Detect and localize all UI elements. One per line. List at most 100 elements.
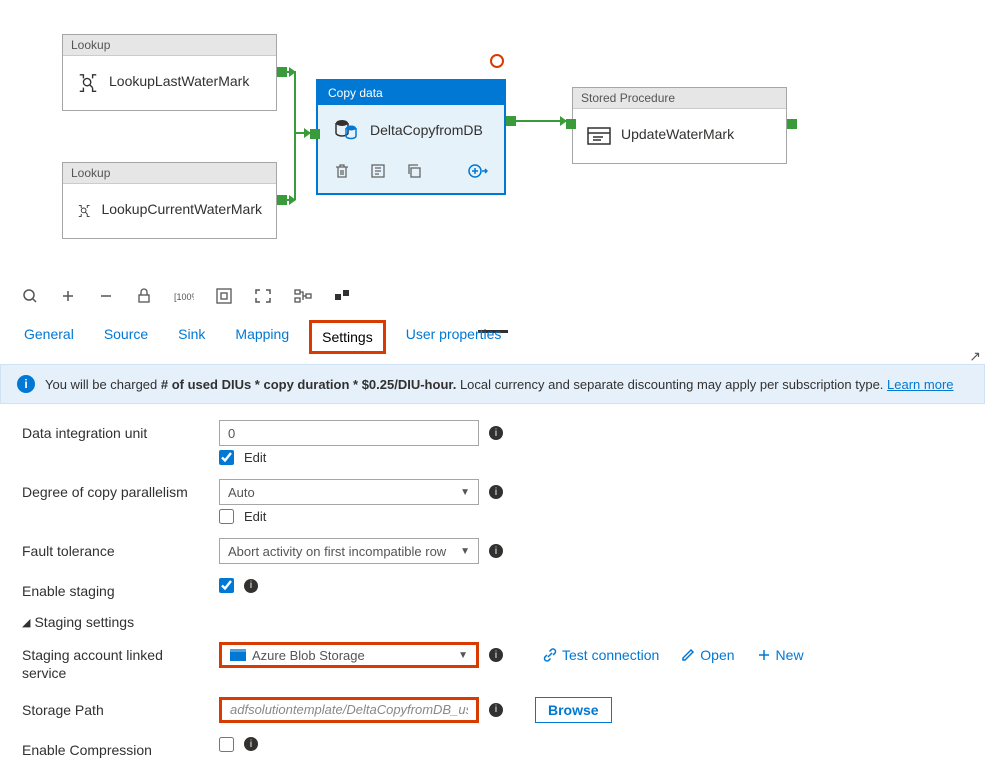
fit-icon[interactable] <box>216 288 232 304</box>
add-activity-icon[interactable] <box>468 163 488 179</box>
node-output-port[interactable] <box>787 119 797 129</box>
node-input-port[interactable] <box>310 129 320 139</box>
database-icon <box>334 119 358 141</box>
info-icon[interactable]: i <box>489 485 503 499</box>
diu-label: Data integration unit <box>22 420 207 442</box>
chevron-down-icon: ▼ <box>460 487 470 498</box>
tab-mapping[interactable]: Mapping <box>233 322 291 352</box>
plus-icon <box>757 648 771 662</box>
link-label: Test connection <box>562 647 659 663</box>
connector-arrow <box>516 120 566 122</box>
info-icon[interactable]: i <box>244 579 258 593</box>
node-stored-procedure[interactable]: Stored Procedure UpdateWaterMark <box>572 87 787 164</box>
banner-text: You will be charged <box>45 377 161 392</box>
copy-icon[interactable] <box>406 163 422 179</box>
connector-arrow <box>294 132 310 134</box>
tab-user-properties[interactable]: User properties <box>404 322 504 352</box>
select-value: Auto <box>228 485 255 500</box>
tab-general[interactable]: General <box>22 322 76 352</box>
zoom-in-icon[interactable] <box>60 288 76 304</box>
expand-panel-icon[interactable]: ↗ <box>969 348 981 365</box>
node-lookup-current-watermark[interactable]: Lookup LookupCurrentWaterMark <box>62 162 277 239</box>
parallelism-edit-checkbox[interactable] <box>219 509 234 524</box>
browse-button[interactable]: Browse <box>535 697 612 723</box>
info-icon: i <box>17 375 35 393</box>
preview-icon[interactable] <box>370 163 386 179</box>
connector-line <box>294 134 296 200</box>
staging-linked-service-select[interactable]: Azure Blob Storage ▼ <box>219 642 479 668</box>
info-icon[interactable]: i <box>244 737 258 751</box>
minimap-icon[interactable] <box>334 288 350 304</box>
node-output-port[interactable] <box>277 195 287 205</box>
tab-settings[interactable]: Settings <box>320 325 375 349</box>
node-label: LookupLastWaterMark <box>109 72 249 90</box>
arrange-icon[interactable] <box>294 288 312 304</box>
blob-storage-icon <box>230 649 246 661</box>
enable-compression-checkbox[interactable] <box>219 737 234 752</box>
staging-settings-header[interactable]: ◢ Staging settings <box>22 614 963 630</box>
open-button[interactable]: Open <box>681 647 734 663</box>
zoom-out-icon[interactable] <box>98 288 114 304</box>
tab-sink[interactable]: Sink <box>176 322 207 352</box>
tab-source[interactable]: Source <box>102 322 150 352</box>
pricing-info-banner: i You will be charged # of used DIUs * c… <box>0 364 985 404</box>
link-label: Open <box>700 647 734 663</box>
storage-path-input[interactable] <box>219 697 479 723</box>
lookup-icon <box>77 200 91 222</box>
node-copy-data[interactable]: Copy data DeltaCopyfromDB <box>316 79 506 195</box>
node-header: Stored Procedure <box>573 88 786 109</box>
settings-form: Data integration unit i Edit Degree of c… <box>0 414 985 779</box>
node-input-port[interactable] <box>566 119 576 129</box>
fault-tolerance-select[interactable]: Abort activity on first incompatible row… <box>219 538 479 564</box>
node-header: Lookup <box>63 163 276 184</box>
edit-icon <box>681 648 695 662</box>
staging-linked-service-label: Staging account linked service <box>22 642 207 682</box>
node-header: Lookup <box>63 35 276 56</box>
edit-label: Edit <box>244 450 266 465</box>
parallelism-select[interactable]: Auto ▼ <box>219 479 479 505</box>
diu-edit-checkbox[interactable] <box>219 450 234 465</box>
lock-icon[interactable] <box>136 288 152 304</box>
select-value: Abort activity on first incompatible row <box>228 544 446 559</box>
test-connection-button[interactable]: Test connection <box>543 647 659 663</box>
chevron-down-icon: ▼ <box>460 546 470 557</box>
activity-tabs: General Source Sink Mapping Settings Use… <box>0 312 985 352</box>
status-indicator <box>490 54 504 68</box>
node-label: UpdateWaterMark <box>621 125 734 143</box>
pipeline-canvas[interactable]: Lookup LookupLastWaterMark Lookup Lookup… <box>0 0 985 280</box>
node-label: LookupCurrentWaterMark <box>101 200 262 218</box>
node-header: Copy data <box>318 81 504 105</box>
connector-line <box>294 71 296 133</box>
enable-staging-label: Enable staging <box>22 578 207 600</box>
svg-text:[100%]: [100%] <box>174 292 194 302</box>
fault-tolerance-label: Fault tolerance <box>22 538 207 560</box>
banner-text: Local currency and separate discounting … <box>456 377 887 392</box>
link-label: New <box>776 647 804 663</box>
select-value: Azure Blob Storage <box>252 648 365 663</box>
connection-icon <box>543 648 557 662</box>
enable-staging-checkbox[interactable] <box>219 578 234 593</box>
delete-icon[interactable] <box>334 163 350 179</box>
lookup-icon <box>77 72 99 94</box>
node-output-port[interactable] <box>506 116 516 126</box>
storage-path-label: Storage Path <box>22 697 207 719</box>
node-output-port[interactable] <box>277 67 287 77</box>
info-icon[interactable]: i <box>489 426 503 440</box>
learn-more-link[interactable]: Learn more <box>887 377 953 392</box>
banner-bold: # of used DIUs * copy duration * $0.25/D… <box>161 377 456 392</box>
info-icon[interactable]: i <box>489 544 503 558</box>
parallelism-label: Degree of copy parallelism <box>22 479 207 501</box>
new-button[interactable]: New <box>757 647 804 663</box>
collapse-icon: ◢ <box>22 616 30 629</box>
diu-input[interactable] <box>219 420 479 446</box>
chevron-down-icon: ▼ <box>458 650 468 661</box>
info-icon[interactable]: i <box>489 703 503 717</box>
info-icon[interactable]: i <box>489 648 503 662</box>
enable-compression-label: Enable Compression <box>22 737 207 759</box>
fullscreen-icon[interactable] <box>254 288 272 304</box>
node-lookup-last-watermark[interactable]: Lookup LookupLastWaterMark <box>62 34 277 111</box>
node-label: DeltaCopyfromDB <box>370 122 483 138</box>
staging-settings-label: Staging settings <box>34 614 134 630</box>
search-icon[interactable] <box>22 288 38 304</box>
zoom-100-icon[interactable]: [100%] <box>174 288 194 304</box>
